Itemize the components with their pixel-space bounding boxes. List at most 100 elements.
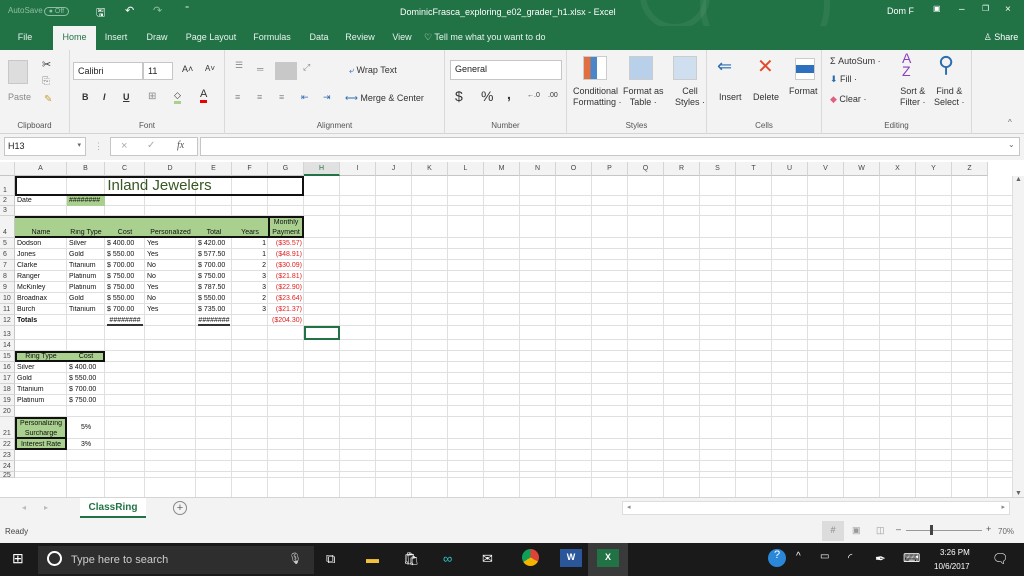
font-name-dropdown[interactable]: Calibri (73, 62, 143, 80)
clock-date[interactable]: 10/6/2017 (934, 562, 970, 571)
file-explorer-icon[interactable]: ▬ (366, 551, 379, 566)
decrease-decimal-icon[interactable]: .00 (548, 92, 558, 99)
years-cell[interactable]: 1 (234, 240, 266, 247)
tell-me-search[interactable]: ♡ Tell me what you want to do (424, 26, 564, 50)
column-header-g[interactable]: G (268, 162, 304, 176)
row-header-8[interactable]: 8 (0, 271, 15, 282)
find-select-button[interactable]: Find & Select · (934, 86, 965, 108)
scroll-up-icon[interactable]: ▲ (1015, 176, 1022, 183)
header-cost[interactable]: Cost (107, 229, 143, 236)
sort-filter-button[interactable]: Sort & Filter · (900, 86, 926, 108)
column-header-t[interactable]: T (736, 162, 772, 176)
column-header-i[interactable]: I (340, 162, 376, 176)
payment-cell[interactable]: ($30.09) (270, 262, 302, 269)
clear-button[interactable]: ◆ Clear · (830, 94, 866, 105)
row-header-22[interactable]: 22 (0, 439, 15, 450)
payment-cell[interactable]: ($21.37) (270, 306, 302, 313)
cell-styles-icon[interactable] (673, 56, 697, 80)
years-cell[interactable]: 2 (234, 262, 266, 269)
cost-cell[interactable]: $ 750.00 (107, 273, 143, 280)
pen-icon[interactable]: ✒ (875, 551, 886, 567)
autosave-toggle[interactable]: AutoSave ● Off (8, 6, 70, 16)
column-header-r[interactable]: R (664, 162, 700, 176)
worksheet-grid[interactable]: ABCDEFGHIJKLMNOPQRSTUVWXYZ 1 2 3 4 5 6 7 8 9 10 11… (0, 162, 1024, 497)
align-top-icon[interactable]: ☰ (235, 60, 243, 71)
column-header-z[interactable]: Z (952, 162, 988, 176)
lookup-ring-cell[interactable]: Gold (17, 375, 65, 382)
tab-view[interactable]: View (390, 26, 414, 50)
paste-button[interactable]: Paste (8, 92, 31, 102)
vertical-scrollbar[interactable]: ▲ ▼ (1012, 176, 1024, 497)
clock-time[interactable]: 3:26 PM (940, 548, 970, 557)
tab-formulas[interactable]: Formulas (250, 26, 294, 50)
interest-label[interactable]: Interest Rate (17, 441, 65, 448)
cut-icon[interactable]: ✂ (42, 58, 51, 71)
sort-filter-icon[interactable]: AZ (902, 51, 911, 78)
cost-cell[interactable]: $ 700.00 (107, 262, 143, 269)
column-header-d[interactable]: D (145, 162, 196, 176)
row-header-2[interactable]: 2 (0, 196, 15, 206)
increase-decimal-icon[interactable]: ←.0 (527, 92, 540, 99)
tab-data[interactable]: Data (306, 26, 332, 50)
lookup-cost-cell[interactable]: $ 700.00 (69, 386, 103, 393)
next-sheet-icon[interactable]: ▸ (44, 503, 48, 512)
battery-icon[interactable]: ▭ (820, 551, 829, 562)
scroll-right-icon[interactable]: ▸ (1001, 503, 1005, 511)
formula-input[interactable] (200, 137, 1020, 156)
name-cell[interactable]: Ranger (17, 273, 65, 280)
row-header-15[interactable]: 15 (0, 351, 15, 362)
header-years[interactable]: Years (234, 229, 266, 236)
personalized-cell[interactable]: Yes (147, 284, 194, 291)
total-cell[interactable]: $ 550.00 (198, 295, 230, 302)
format-painter-icon[interactable]: ✎ (44, 94, 52, 105)
insert-cells-icon[interactable]: ⇐ (717, 56, 732, 77)
lookup-ring-cell[interactable]: Titanium (17, 386, 65, 393)
payment-cell[interactable]: ($22.90) (270, 284, 302, 291)
share-button[interactable]: ♙ Share (980, 26, 1022, 50)
microphone-icon[interactable]: 🎙 (288, 552, 302, 565)
number-format-dropdown[interactable]: General (450, 60, 562, 80)
lookup-ring-cell[interactable]: Platinum (17, 397, 65, 404)
font-size-dropdown[interactable]: 11 (143, 62, 173, 80)
cost-cell[interactable]: $ 700.00 (107, 306, 143, 313)
total-cell[interactable]: $ 420.00 (198, 240, 230, 247)
underline-button[interactable]: U (123, 92, 130, 102)
row-header-5[interactable]: 5 (0, 238, 15, 249)
totals-cost[interactable]: ######## (107, 317, 143, 326)
close-icon[interactable]: × (1005, 4, 1011, 15)
row-header-1[interactable]: 1 (0, 176, 15, 196)
row-header-13[interactable]: 13 (0, 326, 15, 340)
fx-icon[interactable]: fx (177, 140, 184, 151)
column-header-j[interactable]: J (376, 162, 412, 176)
collapse-ribbon-icon[interactable]: ^ (1008, 118, 1012, 127)
row-header-25[interactable]: 25 (0, 472, 15, 479)
ring-type-cell[interactable]: Titanium (69, 306, 103, 313)
date-value[interactable]: ######## (69, 197, 103, 204)
font-color-icon[interactable]: A (200, 88, 208, 103)
header-name[interactable]: Name (17, 229, 65, 236)
column-header-l[interactable]: L (448, 162, 484, 176)
zoom-level[interactable]: 70% (998, 527, 1014, 536)
keyboard-icon[interactable]: ⌨ (903, 551, 920, 565)
personalized-cell[interactable]: No (147, 262, 194, 269)
column-header-h[interactable]: H (304, 162, 340, 176)
column-header-f[interactable]: F (232, 162, 268, 176)
name-cell[interactable]: Broadnax (17, 295, 65, 302)
name-cell[interactable]: Dodson (17, 240, 65, 247)
decrease-font-icon[interactable]: A˅ (205, 64, 215, 73)
restore-icon[interactable]: ❐ (982, 4, 989, 13)
zoom-slider-thumb[interactable] (930, 525, 934, 535)
column-header-p[interactable]: P (592, 162, 628, 176)
sheet-title[interactable]: Inland Jewelers (17, 178, 302, 193)
ribbon-display-icon[interactable]: ▣ (933, 4, 941, 13)
name-cell[interactable]: Burch (17, 306, 65, 313)
total-cell[interactable]: $ 750.00 (198, 273, 230, 280)
payment-cell[interactable]: ($48.91) (270, 251, 302, 258)
name-cell[interactable]: Clarke (17, 262, 65, 269)
expand-formula-icon[interactable]: ⌄ (1008, 140, 1015, 149)
years-cell[interactable]: 2 (234, 295, 266, 302)
row-header-24[interactable]: 24 (0, 461, 15, 472)
word-icon[interactable]: W (560, 549, 582, 567)
ring-type-cell[interactable]: Titanium (69, 262, 103, 269)
lookup-ring-cell[interactable]: Silver (17, 364, 65, 371)
